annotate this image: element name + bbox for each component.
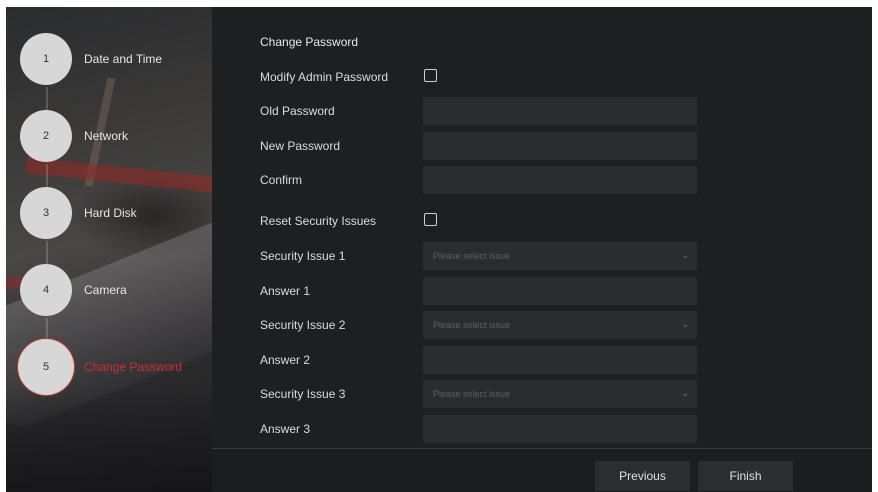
step-label: Change Password bbox=[84, 360, 183, 374]
wizard-step-camera[interactable]: 4 Camera bbox=[20, 264, 210, 316]
security-issue-2-select[interactable]: Please select issue ⌄ bbox=[423, 311, 697, 339]
step-number: 3 bbox=[20, 187, 72, 239]
security-issue-3-label: Security Issue 3 bbox=[260, 387, 346, 401]
row-reset-security-issues: Reset Security Issues bbox=[260, 207, 860, 235]
row-security-issue-3: Security Issue 3 Please select issue ⌄ bbox=[260, 380, 860, 408]
row-security-issue-1: Security Issue 1 Please select issue ⌄ bbox=[260, 242, 860, 270]
chevron-down-icon: ⌄ bbox=[681, 388, 689, 398]
wizard-sidebar: 1 Date and Time 2 Network 3 Hard Disk 4 … bbox=[6, 7, 212, 492]
security-issue-2-label: Security Issue 2 bbox=[260, 318, 346, 332]
select-placeholder: Please select issue bbox=[433, 251, 511, 261]
wizard-step-network[interactable]: 2 Network bbox=[20, 110, 210, 162]
old-password-label: Old Password bbox=[260, 104, 335, 118]
confirm-label: Confirm bbox=[260, 173, 303, 187]
step-number: 1 bbox=[20, 33, 72, 85]
answer-3-input[interactable] bbox=[423, 415, 697, 443]
row-modify-admin-password: Modify Admin Password bbox=[260, 63, 860, 91]
chevron-down-icon: ⌄ bbox=[681, 319, 689, 329]
security-issue-1-select[interactable]: Please select issue ⌄ bbox=[423, 242, 697, 270]
wizard-step-date-and-time[interactable]: 1 Date and Time bbox=[20, 33, 210, 85]
answer-2-label: Answer 2 bbox=[260, 353, 311, 367]
background-image-shade bbox=[6, 387, 212, 492]
change-password-form: Change Password Modify Admin Password Ol… bbox=[212, 7, 872, 448]
reset-security-issues-label: Reset Security Issues bbox=[260, 214, 377, 228]
modify-admin-password-checkbox[interactable] bbox=[424, 69, 437, 82]
wizard-step-change-password[interactable]: 5 Change Password bbox=[20, 341, 210, 393]
old-password-input[interactable] bbox=[423, 97, 697, 125]
previous-button[interactable]: Previous bbox=[595, 461, 690, 491]
step-label: Hard Disk bbox=[84, 206, 137, 220]
row-old-password: Old Password bbox=[260, 97, 860, 125]
reset-security-issues-checkbox[interactable] bbox=[424, 213, 437, 226]
step-number: 5 bbox=[20, 341, 72, 393]
wizard-footer: Previous Finish bbox=[212, 448, 872, 492]
security-issue-3-select[interactable]: Please select issue ⌄ bbox=[423, 380, 697, 408]
step-number: 2 bbox=[20, 110, 72, 162]
row-security-issue-2: Security Issue 2 Please select issue ⌄ bbox=[260, 311, 860, 339]
security-issue-1-label: Security Issue 1 bbox=[260, 249, 346, 263]
step-label: Network bbox=[84, 129, 129, 143]
answer-3-label: Answer 3 bbox=[260, 422, 311, 436]
confirm-password-input[interactable] bbox=[423, 166, 697, 194]
answer-2-input[interactable] bbox=[423, 346, 697, 374]
select-placeholder: Please select issue bbox=[433, 320, 511, 330]
row-new-password: New Password bbox=[260, 132, 860, 160]
step-number: 4 bbox=[20, 264, 72, 316]
answer-1-label: Answer 1 bbox=[260, 284, 311, 298]
row-answer-1: Answer 1 bbox=[260, 277, 860, 305]
row-answer-2: Answer 2 bbox=[260, 346, 860, 374]
row-answer-3: Answer 3 bbox=[260, 415, 860, 443]
setup-wizard-window: 1 Date and Time 2 Network 3 Hard Disk 4 … bbox=[6, 7, 872, 492]
chevron-down-icon: ⌄ bbox=[681, 250, 689, 260]
step-label: Camera bbox=[84, 283, 127, 297]
answer-1-input[interactable] bbox=[423, 277, 697, 305]
wizard-step-hard-disk[interactable]: 3 Hard Disk bbox=[20, 187, 210, 239]
new-password-input[interactable] bbox=[423, 132, 697, 160]
finish-button[interactable]: Finish bbox=[698, 461, 793, 491]
row-confirm: Confirm bbox=[260, 166, 860, 194]
step-label: Date and Time bbox=[84, 52, 163, 66]
select-placeholder: Please select issue bbox=[433, 389, 511, 399]
form-heading: Change Password bbox=[260, 35, 359, 49]
new-password-label: New Password bbox=[260, 139, 341, 153]
modify-admin-password-label: Modify Admin Password bbox=[260, 70, 389, 84]
